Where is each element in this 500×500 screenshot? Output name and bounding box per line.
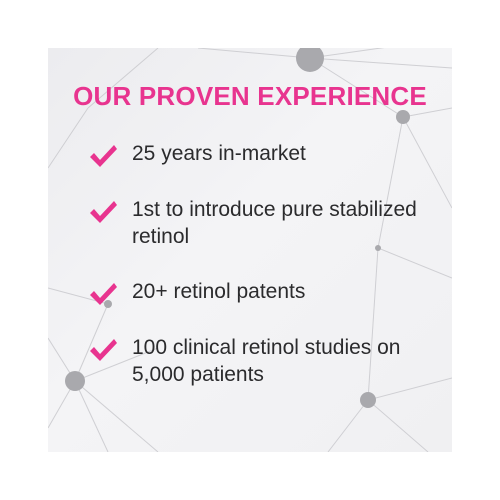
list-item: 25 years in-market (88, 140, 428, 169)
list-item: 20+ retinol patents (88, 278, 428, 307)
list-item: 100 clinical retinol studies on 5,000 pa… (88, 334, 428, 388)
experience-card: OUR PROVEN EXPERIENCE 25 years in-market… (48, 48, 452, 452)
list-item-label: 1st to introduce pure stabilized retinol (132, 198, 417, 248)
list-item: 1st to introduce pure stabilized retinol (88, 196, 428, 250)
page-title: OUR PROVEN EXPERIENCE (73, 81, 427, 111)
checkmark-icon (90, 283, 117, 305)
checkmark-icon (90, 145, 117, 167)
checkmark-icon (90, 339, 117, 361)
checkmark-icon (90, 201, 117, 223)
list-item-label: 20+ retinol patents (132, 280, 306, 303)
list-item-label: 25 years in-market (132, 142, 306, 165)
list-item-label: 100 clinical retinol studies on 5,000 pa… (132, 336, 401, 386)
